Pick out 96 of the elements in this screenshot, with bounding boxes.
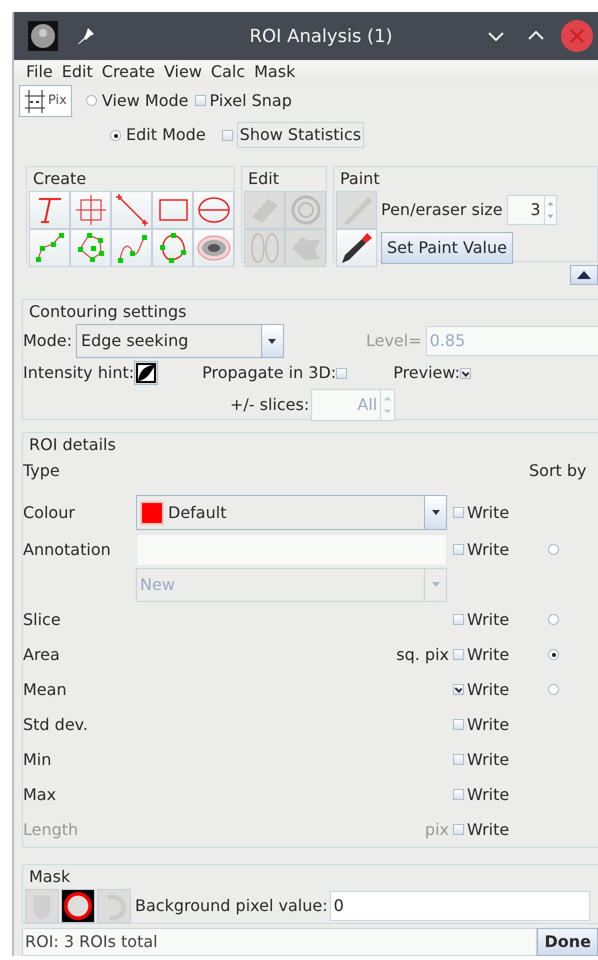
write-label: Write — [467, 678, 510, 700]
caret-icon — [268, 338, 276, 344]
background-value-field[interactable]: 0 — [330, 891, 590, 921]
write-label: Write — [467, 502, 510, 524]
menu-item[interactable]: Edit — [62, 60, 93, 84]
write-label: Write — [467, 538, 510, 560]
checkbox[interactable] — [336, 368, 348, 378]
menu-item[interactable]: Calc — [210, 60, 246, 84]
field-label: Std dev. — [23, 714, 89, 736]
set-paint-value-button[interactable]: Set Paint Value — [381, 232, 513, 264]
write-label: Write — [467, 818, 510, 840]
unit-label: pix — [424, 818, 450, 840]
radio-button[interactable] — [548, 614, 560, 625]
level-label: Level= — [366, 330, 422, 352]
colour-label: Colour — [23, 502, 76, 524]
pen-size-label: Pen/eraser size — [381, 199, 503, 222]
eyedropper-button[interactable] — [336, 229, 377, 268]
ovals-tool[interactable] — [244, 229, 285, 268]
pin-icon[interactable] — [76, 26, 96, 46]
app-icon — [28, 21, 58, 51]
radio-button[interactable] — [548, 684, 560, 695]
circle-button[interactable] — [61, 889, 95, 923]
menu-item[interactable]: Create — [102, 60, 155, 84]
checkbox[interactable] — [453, 544, 464, 555]
field-label: Length — [23, 818, 80, 840]
polyline-tool[interactable] — [29, 229, 70, 268]
shape-tool[interactable] — [285, 229, 326, 268]
caret-icon — [432, 510, 440, 515]
write-label: Write — [467, 608, 510, 630]
radio-button[interactable] — [548, 544, 560, 555]
menu-item[interactable]: Mask — [254, 60, 296, 84]
crosshair-tool[interactable] — [70, 191, 111, 230]
status-text: ROI: 3 ROIs total — [22, 928, 538, 956]
type-label: Type — [23, 460, 61, 482]
radio-button[interactable] — [548, 649, 560, 660]
ellipse-tool[interactable] — [193, 191, 234, 230]
triangle-up-icon — [576, 270, 592, 280]
text-tool-tool[interactable] — [29, 191, 70, 230]
annotation-label: Annotation — [23, 538, 112, 560]
unit-label: sq. pix — [395, 644, 450, 666]
pen-size-spinner[interactable]: 3 — [506, 195, 557, 226]
checkbox[interactable] — [194, 95, 206, 106]
checkbox[interactable] — [453, 754, 464, 765]
rings-tool[interactable] — [285, 191, 326, 230]
circle-icon — [62, 889, 94, 923]
line-tool-tool[interactable] — [111, 191, 152, 230]
sort-by-label: Sort by — [529, 460, 587, 482]
slices-label: +/- slices: — [230, 394, 310, 416]
field-label: Max — [23, 784, 58, 806]
polygon-tool[interactable] — [70, 229, 111, 268]
write-label: Write — [467, 784, 510, 806]
write-label: Write — [467, 644, 510, 666]
menu-item[interactable]: File — [26, 60, 53, 84]
spinner-arrows-icon[interactable] — [544, 196, 556, 224]
checkbox[interactable] — [453, 649, 464, 660]
mode-label: Mode: — [23, 330, 72, 352]
intensity-hint-label: Intensity hint: — [23, 362, 134, 384]
window-title: ROI Analysis (1) — [248, 24, 394, 48]
radio-label: View Mode — [102, 90, 189, 112]
caret-icon — [432, 582, 440, 587]
checkbox-label: Pixel Snap — [210, 90, 292, 112]
checkbox[interactable] — [453, 684, 464, 695]
write-label: Write — [467, 748, 510, 770]
checkbox[interactable] — [460, 368, 471, 378]
checkbox[interactable] — [453, 614, 464, 625]
field-label: Area — [23, 644, 61, 666]
radio-button[interactable] — [110, 130, 121, 141]
radio-button[interactable] — [86, 95, 97, 106]
preview-label: Preview: — [393, 362, 460, 384]
field-label: Slice — [23, 608, 62, 630]
field-label: Mean — [23, 678, 68, 700]
checkbox[interactable] — [453, 719, 464, 730]
mode-dropdown[interactable]: Edge seeking — [76, 324, 284, 358]
menu-item[interactable]: View — [164, 60, 202, 84]
background-value-label: Background pixel value: — [135, 895, 328, 917]
field-label: Min — [23, 748, 52, 770]
checkbox[interactable] — [453, 507, 464, 518]
done-button[interactable]: Done — [537, 928, 598, 956]
closed-curve-tool[interactable] — [152, 229, 193, 268]
colour-dropdown[interactable]: Default — [136, 495, 447, 530]
eraser-tool[interactable] — [244, 191, 285, 230]
close-icon[interactable] — [560, 19, 594, 53]
intensity-hint-button[interactable] — [134, 361, 158, 385]
write-label: Write — [467, 714, 510, 736]
collapse-button[interactable] — [570, 264, 598, 285]
contrast-icon — [135, 362, 158, 384]
curve-tool[interactable] — [111, 229, 152, 268]
rectangle-tool[interactable] — [152, 191, 193, 230]
propagate-label: Propagate in 3D: — [202, 362, 336, 384]
grid-icon — [24, 88, 46, 114]
checkbox[interactable] — [222, 130, 233, 141]
radio-label: Edit Mode — [126, 124, 206, 146]
contour-tool[interactable] — [193, 229, 234, 268]
pix-button[interactable]: Pix — [19, 84, 72, 117]
checkbox-label: Show Statistics — [236, 122, 364, 148]
checkbox[interactable] — [453, 789, 464, 800]
